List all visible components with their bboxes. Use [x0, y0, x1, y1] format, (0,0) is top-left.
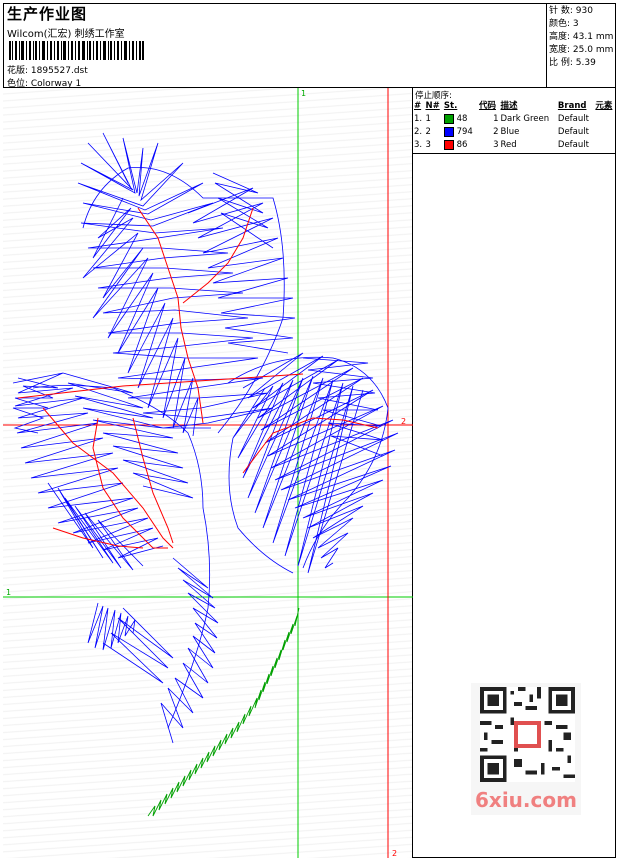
qr-code-icon [480, 687, 575, 782]
col-stitches: St. [443, 101, 458, 111]
design-stats: 针 数: 930 颜色: 3 高度: 43.1 mm 宽度: 25.0 mm 比… [547, 3, 616, 88]
col-element: 元素 [595, 101, 613, 111]
stat-width: 宽度: 25.0 mm [549, 45, 614, 55]
col-code: 代码 [478, 101, 496, 111]
table-row: 3. 3 86 3 Red Default [414, 139, 589, 150]
page-title: 生产作业图 [7, 5, 88, 23]
col-description: 描述 [500, 101, 518, 111]
table-header-row: # N# St. 代码 描述 Brand 元素 [413, 100, 616, 113]
stat-height: 高度: 43.1 mm [549, 32, 614, 42]
table-row: 1. 1 48 1 Dark Green Default [414, 113, 589, 124]
blue-stitches [12, 132, 399, 744]
col-number: N# [425, 101, 440, 111]
stitch-drawing: 1 2 1 2 [3, 88, 413, 858]
guide-label-top: 1 [301, 89, 306, 98]
header-info: 生产作业图 Wilcom(汇宏) 刺绣工作室 花版: 1895527.dst 色… [3, 3, 547, 89]
table-row: 2. 2 794 2 Blue Default [414, 126, 589, 137]
color-swatch-red [443, 139, 454, 150]
col-brand: Brand [557, 101, 587, 111]
stat-stitches: 针 数: 930 [549, 6, 593, 16]
panel-divider [413, 153, 616, 154]
watermark-text: 6xiu.com [475, 788, 577, 812]
stat-colors: 颜色: 3 [549, 19, 579, 29]
guide-label-bottom: 2 [392, 849, 397, 858]
col-index: # [414, 101, 422, 111]
company-name: Wilcom(汇宏) 刺绣工作室 [7, 29, 125, 40]
guide-label-left: 1 [6, 588, 11, 597]
green-stitches [147, 607, 300, 817]
barcode [9, 41, 144, 60]
guide-label-right: 2 [401, 417, 406, 426]
red-stitches [17, 207, 379, 549]
color-swatch-green [443, 113, 454, 124]
color-swatch-blue [443, 126, 454, 137]
design-file: 花版: 1895527.dst [7, 66, 88, 76]
stat-scale: 比 例: 5.39 [549, 58, 596, 68]
embroidery-preview: 1 2 1 2 [3, 88, 413, 858]
stop-sequence-table: # N# St. 代码 描述 Brand 元素 1. 1 48 1 Dark G… [413, 100, 616, 152]
